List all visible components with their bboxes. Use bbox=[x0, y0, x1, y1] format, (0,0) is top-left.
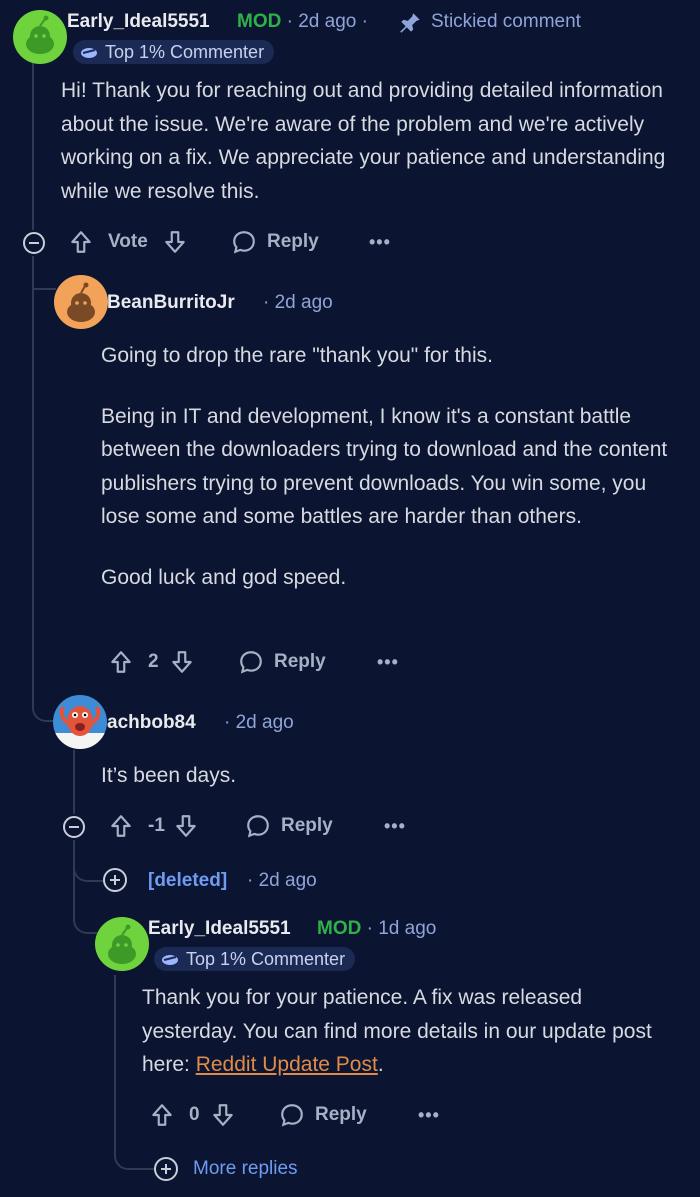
comment-author[interactable]: Early_Ideal5551 bbox=[67, 11, 210, 33]
update-post-link[interactable]: Reddit Update Post bbox=[196, 1053, 378, 1076]
thread-line-root bbox=[32, 62, 34, 230]
expand-thread-button[interactable] bbox=[103, 868, 127, 892]
mod-badge: MOD bbox=[317, 918, 362, 939]
user-flair: Top 1% Commenter bbox=[73, 40, 275, 64]
avatar[interactable] bbox=[13, 10, 67, 64]
more-options-icon[interactable]: ••• bbox=[418, 1105, 440, 1126]
comment-meta: · 2d ago bbox=[224, 712, 294, 733]
comment-meta: MOD · 2d ago · bbox=[237, 11, 368, 32]
thread-curve-more bbox=[114, 1140, 156, 1170]
comment-time: 2d ago bbox=[235, 712, 294, 733]
deleted-author: [deleted] bbox=[148, 870, 228, 891]
more-options-icon[interactable]: ••• bbox=[377, 652, 399, 673]
reply-button[interactable]: Reply bbox=[245, 813, 333, 839]
sticky-label: Stickied comment bbox=[431, 11, 581, 32]
comment-author[interactable]: Early_Ideal5551 bbox=[148, 918, 291, 940]
reply-bubble-icon bbox=[231, 229, 257, 255]
upvote-icon[interactable] bbox=[108, 813, 134, 839]
flair-icon bbox=[160, 951, 180, 967]
comment-time: 2d ago bbox=[274, 292, 333, 313]
comment-paragraph: Good luck and god speed. bbox=[101, 565, 347, 589]
mod-badge: MOD bbox=[237, 11, 282, 32]
vote-control: Vote bbox=[68, 229, 188, 255]
comment-meta: · 2d ago bbox=[247, 870, 317, 891]
character-avatar-icon bbox=[53, 706, 107, 749]
vote-control: -1 bbox=[108, 813, 199, 839]
comment-author[interactable]: BeanBurritoJr bbox=[107, 292, 235, 314]
downvote-icon[interactable] bbox=[162, 229, 188, 255]
vote-score: 0 bbox=[189, 1104, 200, 1125]
comment-body: It’s been days. bbox=[101, 764, 237, 787]
vote-control: 0 bbox=[149, 1102, 236, 1128]
comment-paragraph: Being in IT and development, I know it's… bbox=[101, 404, 668, 529]
vote-score: 2 bbox=[148, 651, 159, 672]
reply-bubble-icon bbox=[279, 1102, 305, 1128]
reply-label: Reply bbox=[281, 815, 333, 836]
pin-icon bbox=[397, 10, 423, 36]
reply-button[interactable]: Reply bbox=[279, 1102, 367, 1128]
comment-paragraph: Going to drop the rare "thank you" for t… bbox=[101, 344, 493, 367]
reply-button[interactable]: Reply bbox=[231, 229, 319, 255]
reply-button[interactable]: Reply bbox=[238, 649, 326, 675]
comment-time: 2d ago bbox=[258, 870, 317, 891]
more-replies-link[interactable]: More replies bbox=[193, 1158, 298, 1180]
more-options-icon[interactable]: ••• bbox=[369, 232, 391, 253]
comment-time: 2d ago bbox=[298, 11, 357, 32]
vote-score: -1 bbox=[148, 815, 165, 836]
vote-label: Vote bbox=[108, 231, 148, 252]
user-flair: Top 1% Commenter bbox=[154, 947, 356, 971]
more-replies-expand-icon[interactable] bbox=[154, 1157, 178, 1181]
comment-body: Hi! Thank you for reaching out and provi… bbox=[61, 79, 666, 203]
comment-author[interactable]: achbob84 bbox=[107, 712, 196, 734]
upvote-icon[interactable] bbox=[149, 1102, 175, 1128]
snoo-avatar-icon bbox=[26, 15, 54, 54]
reply-label: Reply bbox=[267, 231, 319, 252]
avatar[interactable] bbox=[54, 275, 108, 329]
comment-meta: MOD · 1d ago bbox=[317, 918, 437, 939]
upvote-icon[interactable] bbox=[108, 649, 134, 675]
comment-meta: · 2d ago bbox=[263, 292, 333, 313]
thread-curve-mod-reply bbox=[73, 880, 97, 934]
comment-body: Thank you for your patience. A fix was r… bbox=[142, 986, 652, 1076]
more-options-icon[interactable]: ••• bbox=[384, 816, 406, 837]
reply-label: Reply bbox=[274, 651, 326, 672]
thread-line-mod-reply bbox=[114, 975, 116, 1145]
thread-curve-deleted bbox=[73, 840, 103, 882]
comment-body: Going to drop the rare "thank you" for t… bbox=[101, 339, 681, 594]
avatar[interactable] bbox=[95, 917, 149, 971]
vote-control: 2 bbox=[108, 649, 195, 675]
thread-line-root-lower bbox=[32, 256, 34, 676]
reply-label: Reply bbox=[315, 1104, 367, 1125]
reply-bubble-icon bbox=[245, 813, 271, 839]
thread-line-achbob bbox=[73, 750, 75, 814]
comment-time: 1d ago bbox=[378, 918, 437, 939]
flair-icon bbox=[79, 44, 99, 60]
collapse-thread-button[interactable] bbox=[23, 232, 45, 254]
thread-curve-2 bbox=[32, 672, 56, 722]
collapse-thread-button[interactable] bbox=[63, 816, 85, 838]
snoo-avatar-icon bbox=[108, 924, 136, 964]
avatar[interactable] bbox=[53, 695, 107, 749]
snoo-avatar-icon bbox=[67, 282, 95, 322]
thread-branch-1 bbox=[32, 288, 56, 290]
reply-bubble-icon bbox=[238, 649, 264, 675]
upvote-icon[interactable] bbox=[68, 229, 94, 255]
downvote-icon[interactable] bbox=[210, 1102, 236, 1128]
downvote-icon[interactable] bbox=[169, 649, 195, 675]
downvote-icon[interactable] bbox=[173, 813, 199, 839]
